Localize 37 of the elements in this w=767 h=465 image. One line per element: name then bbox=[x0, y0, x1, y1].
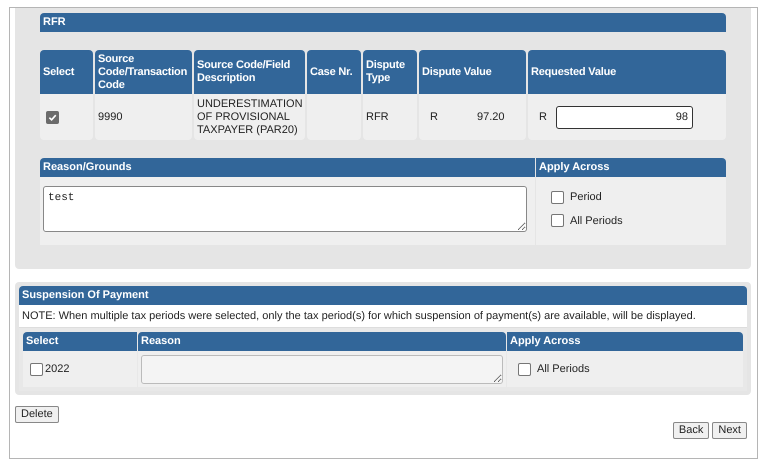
column-header: Requested Value bbox=[528, 50, 726, 94]
section-header: Suspension Of Payment bbox=[19, 286, 747, 304]
column-header: Select bbox=[40, 50, 93, 94]
checkbox[interactable] bbox=[551, 190, 564, 204]
column-header: Reason/Grounds bbox=[40, 158, 535, 177]
delete-button[interactable]: Delete bbox=[15, 406, 59, 423]
checkbox[interactable] bbox=[518, 362, 531, 376]
table-cell-text: 97.20 bbox=[476, 110, 504, 125]
reason-field[interactable] bbox=[141, 354, 503, 384]
column-header: Source Code/Transaction Code bbox=[95, 50, 192, 94]
empty-cell bbox=[307, 94, 361, 140]
column-header: Apply Across bbox=[536, 158, 726, 177]
checkbox[interactable] bbox=[30, 362, 43, 376]
option-label: Period bbox=[570, 190, 602, 205]
section-header: RFR bbox=[40, 13, 726, 32]
table-cell: UNDERESTIMATION OF PROVISIONAL TAXPAYER (PAR20) bbox=[197, 98, 303, 136]
nav-button[interactable]: Next bbox=[712, 422, 747, 439]
column-header: Select bbox=[23, 332, 137, 351]
period-label: 2022 bbox=[45, 362, 70, 377]
column-header: Source Code/Field Description bbox=[194, 50, 305, 94]
column-header: Apply Across bbox=[507, 332, 743, 351]
input-field[interactable]: 98 bbox=[556, 106, 693, 128]
reason-field[interactable]: test bbox=[43, 186, 527, 232]
table-cell-text: 9990 bbox=[98, 110, 122, 125]
option-label: All Periods bbox=[537, 362, 590, 377]
column-header: Dispute Type bbox=[363, 50, 417, 94]
checkbox[interactable] bbox=[46, 110, 59, 124]
nav-button[interactable]: Back bbox=[672, 422, 710, 439]
option-label: All Periods bbox=[570, 214, 623, 228]
note-text: NOTE: When multiple tax periods were selected, only the tax period(s) for which suspension of payment(s) are available, will be displayed. bbox=[22, 310, 696, 322]
column-header: Case Nr. bbox=[307, 50, 361, 94]
checkbox[interactable] bbox=[551, 214, 564, 228]
column-header: Reason bbox=[138, 332, 506, 351]
currency-label: R bbox=[430, 110, 438, 125]
currency-label: R bbox=[539, 110, 547, 125]
column-header: Dispute Value bbox=[419, 50, 526, 94]
table-cell-text: RFR bbox=[366, 110, 389, 125]
